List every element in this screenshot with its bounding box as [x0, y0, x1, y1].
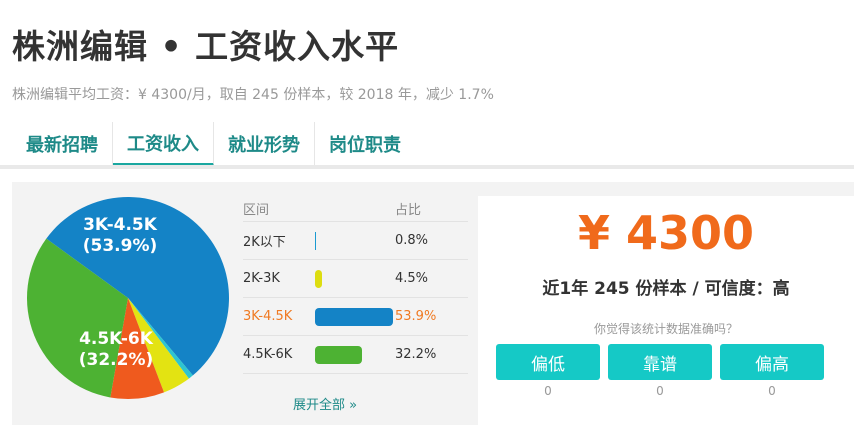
row-percent: 32.2%: [395, 347, 437, 362]
table-row: 2K以下 0.8%: [243, 222, 468, 260]
pie-label-3K-4.5K: 3K-4.5K: [83, 215, 158, 235]
row-bar: [315, 269, 322, 288]
tab-employment-situation[interactable]: 就业形势: [214, 122, 315, 166]
row-percent: 0.8%: [395, 233, 429, 248]
tab-job-duties[interactable]: 岗位职责: [315, 122, 415, 166]
page-subtitle: 株洲编辑平均工资：¥ 4300/月，取自 245 份样本，较 2018 年，减少…: [12, 87, 494, 103]
pie-label-4.5K-6K: (32.2%): [79, 350, 154, 370]
row-range: 3K-4.5K: [243, 309, 293, 324]
vote-too-high-count: 0: [768, 384, 776, 398]
vote-reliable-button[interactable]: 靠谱: [608, 344, 712, 380]
row-range: 2K以下: [243, 235, 286, 250]
row-percent: 53.9%: [395, 309, 437, 324]
row-bar: [315, 231, 316, 250]
table-row: 3K-4.5K 53.9%: [243, 298, 468, 336]
average-salary: ¥ 4300: [577, 206, 755, 260]
salary-pie-chart: 3K-4.5K(53.9%) 4.5K-6K(32.2%): [26, 196, 230, 399]
pie-label-4.5K-6K: 4.5K-6K: [79, 329, 154, 349]
row-range: 4.5K-6K: [243, 347, 293, 362]
row-bar: [315, 345, 362, 364]
tab-salary-income[interactable]: 工资收入: [113, 122, 214, 166]
salary-summary-card: ¥ 4300 近1年 245 份样本 / 可信度：高 你觉得该统计数据准确吗？ …: [478, 196, 854, 425]
page-title: 株洲编辑 • 工资收入水平: [12, 27, 400, 66]
tab-bar: 最新招聘 工资收入 就业形势 岗位职责: [12, 122, 415, 166]
header-percent: 占比: [395, 203, 422, 218]
table-header: 区间 占比: [243, 196, 468, 222]
vote-too-high-button[interactable]: 偏高: [720, 344, 824, 380]
row-percent: 4.5%: [395, 271, 429, 286]
accuracy-question: 你觉得该统计数据准确吗？: [593, 322, 738, 336]
expand-all-link[interactable]: 展开全部 »: [293, 394, 357, 413]
table-row: 4.5K-6K 32.2%: [243, 336, 468, 374]
vote-reliable-count: 0: [656, 384, 664, 398]
table-row: 2K-3K 4.5%: [243, 260, 468, 298]
vote-too-low-count: 0: [544, 384, 552, 398]
tab-latest-jobs[interactable]: 最新招聘: [12, 122, 113, 166]
row-range: 2K-3K: [243, 271, 280, 286]
row-bar: [315, 307, 393, 326]
sample-credibility: 近1年 245 份样本 / 可信度：高: [542, 279, 790, 299]
vote-too-low-button[interactable]: 偏低: [496, 344, 600, 380]
distribution-table: 区间 占比 2K以下 0.8% 2K-3K 4.5% 3K-4.5K 53.9%…: [243, 196, 468, 374]
header-range: 区间: [243, 203, 270, 218]
pie-label-3K-4.5K: (53.9%): [83, 236, 158, 256]
tab-divider: [0, 165, 854, 169]
